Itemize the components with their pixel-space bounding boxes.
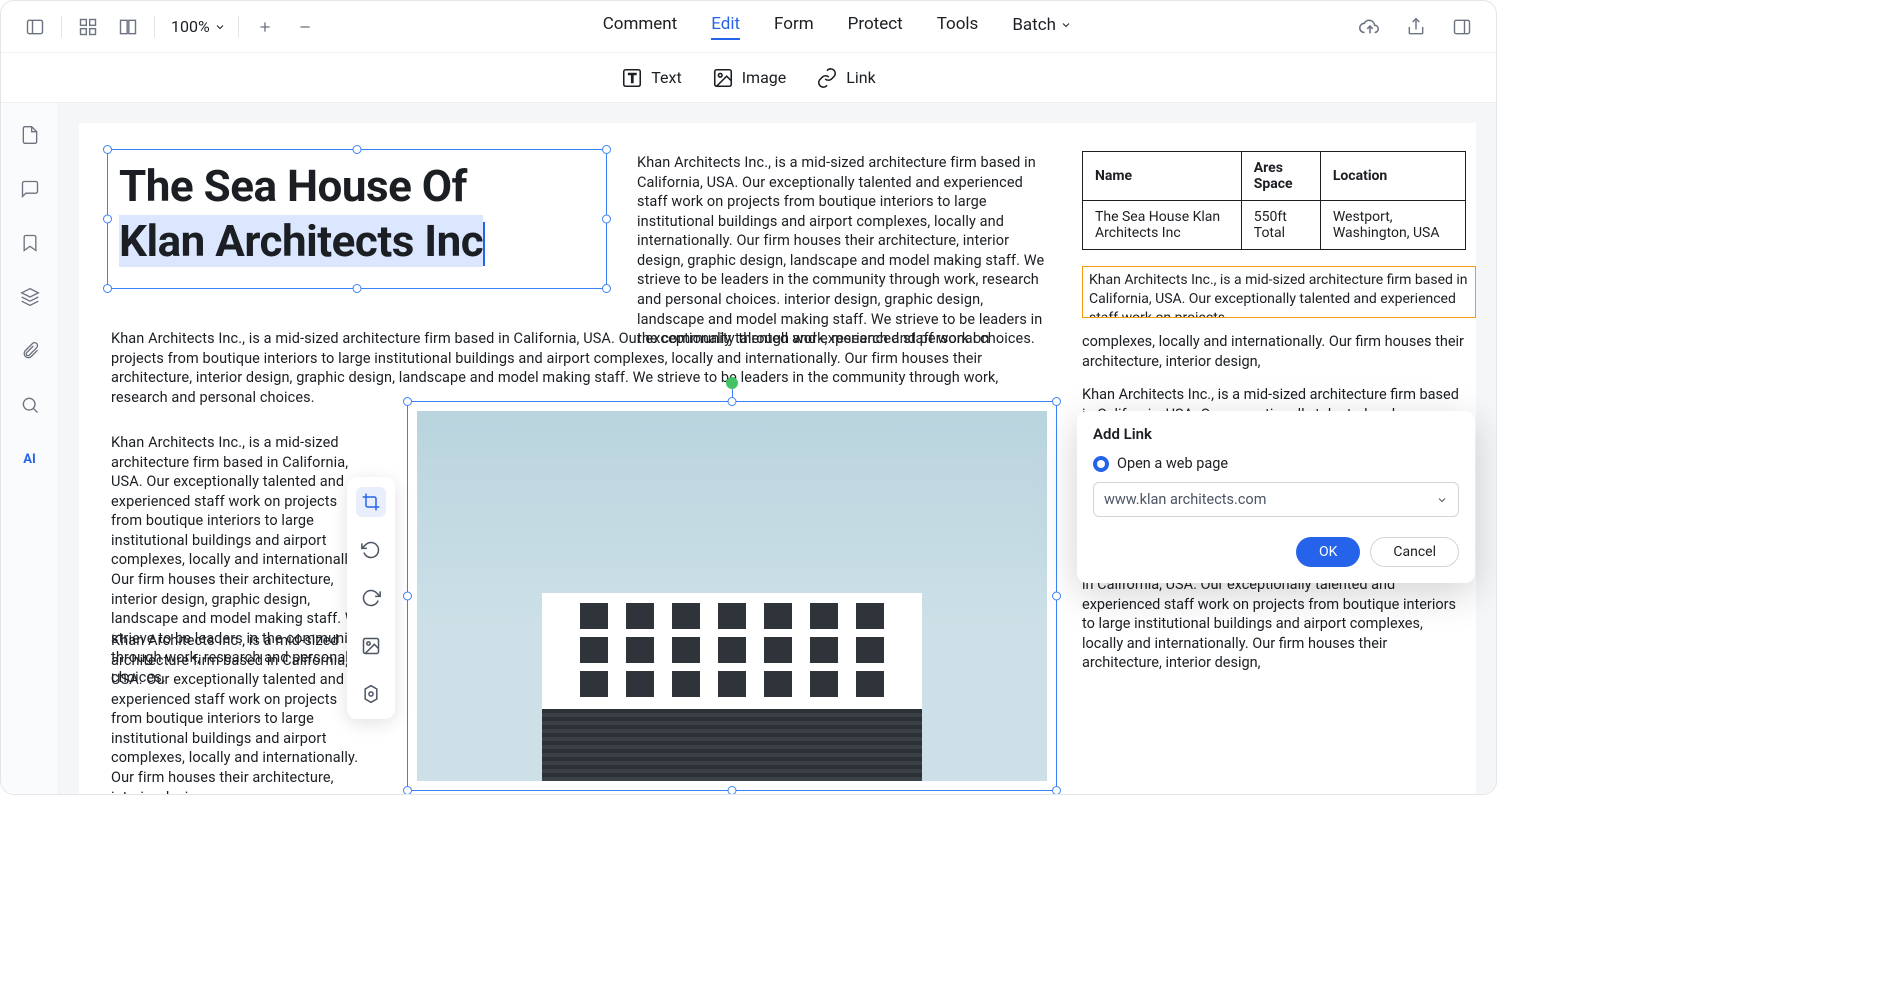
cancel-button[interactable]: Cancel — [1370, 537, 1459, 567]
subtool-image[interactable]: Image — [712, 67, 787, 89]
chevron-down-icon — [1436, 494, 1448, 506]
subtool-link-label: Link — [846, 68, 875, 87]
replace-image-icon[interactable] — [356, 631, 386, 661]
add-link-popover: Add Link Open a web page www.klan archit… — [1077, 411, 1475, 583]
ai-button[interactable]: AI — [16, 445, 44, 473]
paragraph[interactable]: Khan Architects Inc., is a mid-sized arc… — [111, 631, 367, 794]
divider — [154, 16, 155, 38]
info-table: NameAres SpaceLocation The Sea House Kla… — [1082, 151, 1466, 250]
th-name: Name — [1083, 152, 1242, 201]
tab-tools[interactable]: Tools — [937, 14, 979, 40]
topbar: 100% Comment Edit Form Protect Tools Bat… — [1, 1, 1496, 53]
zoom-dropdown[interactable]: 100% — [171, 17, 226, 36]
zoom-in-icon[interactable] — [251, 13, 279, 41]
tab-edit[interactable]: Edit — [711, 14, 740, 40]
search-icon[interactable] — [16, 391, 44, 419]
paragraph[interactable]: complexes, locally and internationally. … — [1082, 332, 1466, 371]
link-target-text[interactable]: Khan Architects Inc., is a mid-sized arc… — [1082, 266, 1476, 318]
radio-selected-icon — [1093, 456, 1109, 472]
link-option-label: Open a web page — [1117, 455, 1228, 472]
popover-title: Add Link — [1093, 425, 1459, 443]
layers-icon[interactable] — [16, 283, 44, 311]
tab-comment[interactable]: Comment — [603, 14, 678, 40]
rotate-right-icon[interactable] — [356, 583, 386, 613]
link-url-value: www.klan architects.com — [1104, 491, 1266, 508]
bookmark-icon[interactable] — [16, 229, 44, 257]
image-toolbar — [347, 477, 395, 719]
two-page-icon[interactable] — [114, 13, 142, 41]
th-location: Location — [1320, 152, 1465, 201]
settings-icon[interactable] — [356, 679, 386, 709]
divider — [61, 16, 62, 38]
edit-subbar: T Text Image Link — [1, 53, 1496, 103]
link-option-web[interactable]: Open a web page — [1093, 455, 1459, 472]
link-url-input[interactable]: www.klan architects.com — [1093, 482, 1459, 517]
building-photo — [417, 411, 1047, 781]
th-area: Ares Space — [1241, 152, 1320, 201]
canvas[interactable]: The Sea House OfKlan Architects Inc Khan… — [59, 103, 1496, 794]
subtool-text[interactable]: T Text — [621, 67, 681, 89]
crop-icon[interactable] — [356, 487, 386, 517]
subtool-text-label: Text — [651, 68, 681, 87]
attachment-icon[interactable] — [16, 337, 44, 365]
paragraph[interactable]: Khan Architects Inc., is a mid-sized arc… — [637, 153, 1047, 349]
document-title[interactable]: The Sea House OfKlan Architects Inc — [119, 159, 485, 268]
subtool-image-label: Image — [742, 68, 787, 87]
rotate-handle[interactable] — [726, 377, 738, 389]
td-name: The Sea House Klan Architects Inc — [1083, 201, 1242, 250]
zoom-value: 100% — [171, 17, 210, 36]
svg-text:T: T — [629, 70, 637, 85]
rotate-left-icon[interactable] — [356, 535, 386, 565]
divider — [238, 16, 239, 38]
tab-protect[interactable]: Protect — [848, 14, 903, 40]
share-icon[interactable] — [1402, 13, 1430, 41]
zoom-out-icon[interactable] — [291, 13, 319, 41]
tab-batch[interactable]: Batch — [1012, 14, 1072, 40]
td-location: Westport, Washington, USA — [1320, 201, 1465, 250]
subtool-link[interactable]: Link — [816, 67, 875, 89]
image-selection[interactable] — [407, 401, 1057, 791]
panel-toggle-icon[interactable] — [1448, 13, 1476, 41]
comment-icon[interactable] — [16, 175, 44, 203]
sidebar-toggle-icon[interactable] — [21, 13, 49, 41]
paragraph[interactable]: Khan Architects Inc., is a mid-sized arc… — [111, 329, 1019, 407]
left-sidebar: AI — [1, 103, 59, 794]
td-area: 550ft Total — [1241, 201, 1320, 250]
thumbnails-icon[interactable] — [74, 13, 102, 41]
tab-form[interactable]: Form — [774, 14, 814, 40]
ok-button[interactable]: OK — [1296, 537, 1360, 567]
page-icon[interactable] — [16, 121, 44, 149]
page: The Sea House OfKlan Architects Inc Khan… — [79, 123, 1476, 794]
cloud-upload-icon[interactable] — [1356, 13, 1384, 41]
